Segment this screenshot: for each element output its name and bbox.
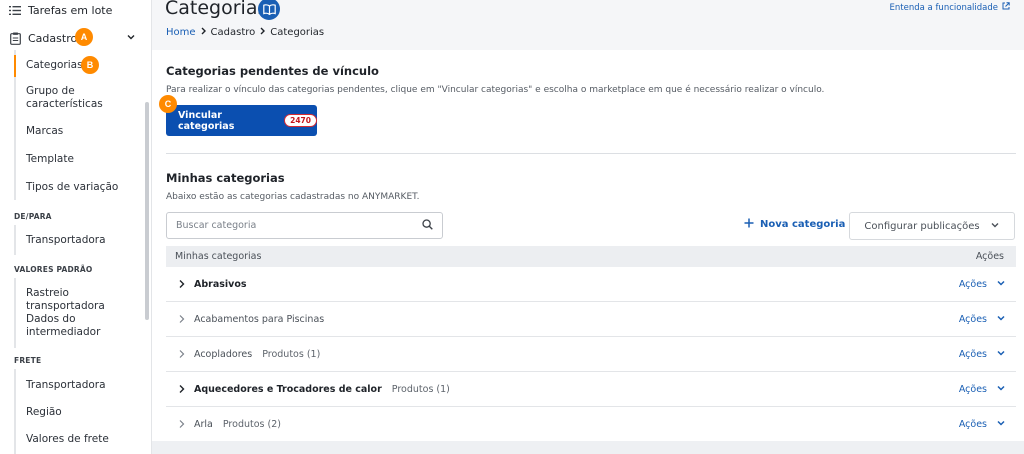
category-name: Acopladores xyxy=(194,348,253,360)
row-actions-label: Ações xyxy=(958,418,987,430)
help-link-label: Entenda a funcionalidade xyxy=(889,2,998,13)
sidebar-item-grupo-de-caracteristicas[interactable]: Grupo de características xyxy=(26,85,144,111)
product-count: Produtos (1) xyxy=(391,383,450,395)
vincular-categorias-label: Vincular categorias xyxy=(178,109,235,132)
page-title: Categorias xyxy=(165,0,268,19)
clipboard-icon xyxy=(8,31,22,45)
row-actions-label: Ações xyxy=(958,278,987,290)
table-row[interactable]: Abrasivos Ações xyxy=(166,267,1016,302)
product-count: Produtos (2) xyxy=(222,418,281,430)
row-actions-dropdown[interactable]: Ações xyxy=(959,278,1006,291)
sidebar-scrollbar[interactable] xyxy=(145,102,149,320)
chevron-right-icon[interactable] xyxy=(178,384,188,394)
list-icon xyxy=(8,3,22,17)
sidebar-item-marcas[interactable]: Marcas xyxy=(26,125,144,138)
chevron-down-icon xyxy=(996,313,1006,326)
configure-publications-label: Configurar publicações xyxy=(864,220,980,232)
sidebar-item-cadastro[interactable]: Cadastro xyxy=(8,31,138,45)
sidebar-item-tipos-de-variacao[interactable]: Tipos de variação xyxy=(26,181,144,194)
vincular-categorias-button[interactable]: Vincular categorias 2470 xyxy=(166,105,317,136)
annotation-badge-a: A xyxy=(75,28,93,46)
row-actions-label: Ações xyxy=(958,383,987,395)
column-header-actions: Ações xyxy=(975,251,1004,262)
chevron-down-icon[interactable] xyxy=(126,32,136,45)
annotation-badge-b: B xyxy=(81,56,99,74)
row-actions-label: Ações xyxy=(958,348,987,360)
my-categories-description: Abaixo estão as categorias cadastradas n… xyxy=(166,192,420,202)
row-actions-dropdown[interactable]: Ações xyxy=(959,418,1006,431)
sidebar-item-transportadora-frete[interactable]: Transportadora xyxy=(26,379,144,392)
chevron-right-icon[interactable] xyxy=(178,349,188,359)
sidebar-item-transportadora-de-para[interactable]: Transportadora xyxy=(26,234,144,247)
section-title-valores-padrao: VALORES PADRÃO xyxy=(14,265,93,274)
search-icon[interactable] xyxy=(422,218,433,233)
chevron-down-icon xyxy=(996,383,1006,396)
breadcrumb: Home Cadastro Categorias xyxy=(166,27,324,38)
search-input[interactable]: Buscar categoria xyxy=(166,212,443,239)
table-row[interactable]: Aquecedores e Trocadores de calor Produt… xyxy=(166,372,1016,407)
chevron-right-icon xyxy=(259,27,266,38)
chevron-down-icon xyxy=(996,348,1006,361)
chevron-down-icon xyxy=(990,220,1000,233)
my-categories-title: Minhas categorias xyxy=(166,171,285,185)
external-link-icon xyxy=(1002,2,1010,13)
product-count: Produtos (1) xyxy=(262,348,321,360)
table-row[interactable]: Acopladores Produtos (1) Ações xyxy=(166,337,1016,372)
row-actions-label: Ações xyxy=(958,313,987,325)
annotation-badge-c: C xyxy=(159,95,177,113)
sidebar-item-dados-do-intermediador[interactable]: Dados do intermediador xyxy=(26,313,116,339)
row-actions-dropdown[interactable]: Ações xyxy=(959,383,1006,396)
sidebar: Tarefas em lote Cadastro A Categorias B … xyxy=(0,0,152,454)
category-name: Abrasivos xyxy=(194,278,247,290)
pending-section-description: Para realizar o vínculo das categorias p… xyxy=(166,85,825,95)
pending-section-title: Categorias pendentes de vínculo xyxy=(166,64,379,78)
chevron-down-icon xyxy=(996,418,1006,431)
page-header: Categorias Entenda a funcionalidade Home… xyxy=(152,0,1024,50)
sidebar-item-valores-de-frete[interactable]: Valores de frete xyxy=(26,433,144,446)
pending-count-badge: 2470 xyxy=(284,114,317,127)
new-category-button[interactable]: Nova categoria xyxy=(744,218,845,231)
chevron-down-icon xyxy=(996,278,1006,291)
column-header-name: Minhas categorias xyxy=(175,251,262,262)
active-indicator xyxy=(14,55,16,77)
breadcrumb-categorias: Categorias xyxy=(270,27,325,38)
sidebar-item-label: Tarefas em lote xyxy=(28,3,113,17)
table-row[interactable]: Arla Produtos (2) Ações xyxy=(166,407,1016,442)
row-actions-dropdown[interactable]: Ações xyxy=(959,348,1006,361)
chevron-right-icon[interactable] xyxy=(178,279,188,289)
chevron-right-icon[interactable] xyxy=(178,419,188,429)
section-divider xyxy=(166,153,1016,154)
page-bottom-strip xyxy=(152,441,1024,454)
category-name: Acabamentos para Piscinas xyxy=(194,313,325,325)
main-content: Categorias pendentes de vínculo Para rea… xyxy=(152,50,1024,454)
configure-publications-button[interactable]: Configurar publicações xyxy=(849,212,1015,240)
book-icon[interactable] xyxy=(258,0,280,20)
sidebar-item-regiao[interactable]: Região xyxy=(26,406,144,419)
table-row[interactable]: Acabamentos para Piscinas Ações xyxy=(166,302,1016,337)
sidebar-item-label: Cadastro xyxy=(28,31,78,45)
sidebar-item-rastreio-transportadora[interactable]: Rastreio transportadora xyxy=(26,287,144,313)
breadcrumb-cadastro[interactable]: Cadastro xyxy=(211,27,256,38)
table-header: Minhas categorias Ações xyxy=(166,246,1016,267)
categories-table: Minhas categorias Ações Abrasivos Ações … xyxy=(166,246,1016,442)
chevron-right-icon[interactable] xyxy=(178,314,188,324)
plus-icon xyxy=(744,218,754,231)
search-placeholder: Buscar categoria xyxy=(176,220,257,231)
category-name: Aquecedores e Trocadores de calor xyxy=(194,383,382,395)
breadcrumb-home[interactable]: Home xyxy=(166,27,196,38)
help-link[interactable]: Entenda a funcionalidade xyxy=(890,2,1010,13)
row-actions-dropdown[interactable]: Ações xyxy=(959,313,1006,326)
sidebar-item-tarefas-em-lote[interactable]: Tarefas em lote xyxy=(8,3,112,17)
category-name: Arla xyxy=(194,418,213,430)
section-title-frete: FRETE xyxy=(14,356,42,365)
new-category-label: Nova categoria xyxy=(760,219,846,230)
sidebar-item-template[interactable]: Template xyxy=(26,153,144,166)
section-title-de-para: DE/PARA xyxy=(14,212,52,221)
chevron-right-icon xyxy=(200,27,207,38)
